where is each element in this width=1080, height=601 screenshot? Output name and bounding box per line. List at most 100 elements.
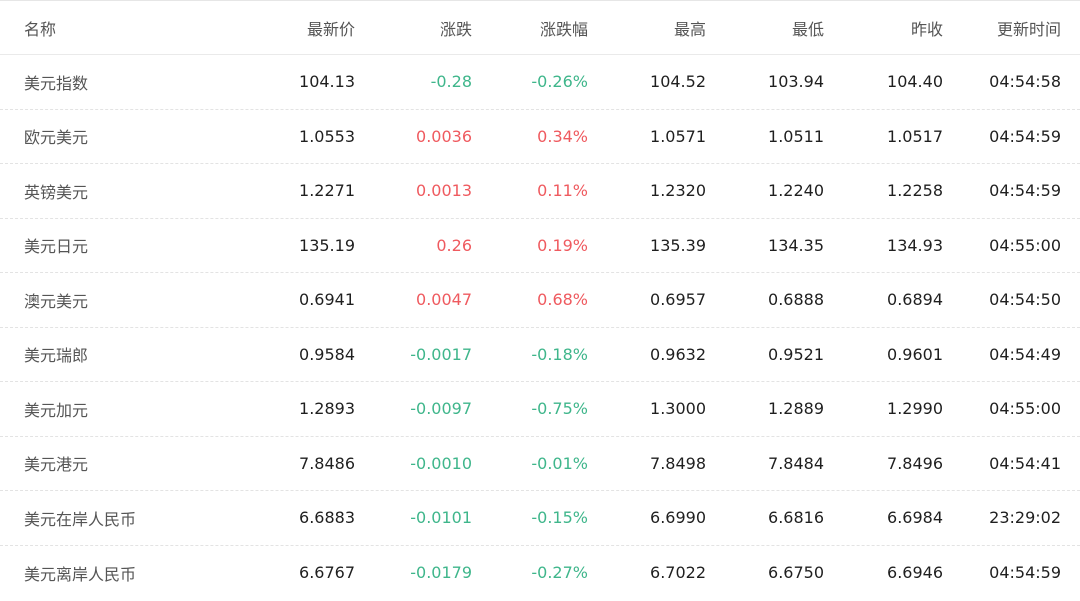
table-row[interactable]: 美元日元 135.19 0.26 0.19% 135.39 134.35 134… xyxy=(0,219,1080,273)
row-change: 0.0013 xyxy=(416,181,472,201)
row-change-percent: 0.11% xyxy=(537,181,588,201)
row-change-percent: -0.26% xyxy=(531,72,588,92)
row-change: -0.0097 xyxy=(410,399,472,419)
row-change: -0.28 xyxy=(430,72,472,92)
table-row[interactable]: 美元指数 104.13 -0.28 -0.26% 104.52 103.94 1… xyxy=(0,55,1080,110)
row-prev-close: 1.2990 xyxy=(887,399,943,419)
row-low: 134.35 xyxy=(768,235,824,255)
row-prev-close: 0.6894 xyxy=(887,290,943,310)
row-high: 1.3000 xyxy=(650,399,706,419)
row-name[interactable]: 美元加元 xyxy=(0,397,240,421)
row-last-price: 0.6941 xyxy=(299,290,355,310)
row-high: 7.8498 xyxy=(650,453,706,473)
row-high: 6.6990 xyxy=(650,508,706,528)
row-change: 0.26 xyxy=(436,235,472,255)
header-change[interactable]: 涨跌 xyxy=(355,16,472,40)
row-high: 6.7022 xyxy=(650,563,706,583)
row-change-percent: -0.75% xyxy=(531,399,588,419)
row-name[interactable]: 美元离岸人民币 xyxy=(0,561,240,585)
row-change-percent: 0.68% xyxy=(537,290,588,310)
table-row[interactable]: 美元在岸人民币 6.6883 -0.0101 -0.15% 6.6990 6.6… xyxy=(0,491,1080,546)
row-change: 0.0036 xyxy=(416,126,472,146)
row-name[interactable]: 美元在岸人民币 xyxy=(0,506,240,530)
row-update-time: 04:54:58 xyxy=(989,72,1061,92)
row-change: -0.0179 xyxy=(410,563,472,583)
row-low: 7.8484 xyxy=(768,453,824,473)
row-update-time: 04:54:59 xyxy=(989,126,1061,146)
row-last-price: 1.2271 xyxy=(299,181,355,201)
row-high: 104.52 xyxy=(650,72,706,92)
header-last-price[interactable]: 最新价 xyxy=(240,16,355,40)
header-low[interactable]: 最低 xyxy=(706,16,824,40)
header-update-time[interactable]: 更新时间 xyxy=(943,16,1061,40)
row-low: 1.2889 xyxy=(768,399,824,419)
table-row[interactable]: 澳元美元 0.6941 0.0047 0.68% 0.6957 0.6888 0… xyxy=(0,273,1080,328)
row-last-price: 135.19 xyxy=(299,235,355,255)
row-low: 6.6750 xyxy=(768,563,824,583)
row-name[interactable]: 美元瑞郎 xyxy=(0,342,240,366)
row-high: 135.39 xyxy=(650,235,706,255)
row-change-percent: -0.18% xyxy=(531,344,588,364)
row-change-percent: -0.27% xyxy=(531,563,588,583)
header-prev-close[interactable]: 昨收 xyxy=(824,16,943,40)
row-prev-close: 6.6984 xyxy=(887,508,943,528)
row-last-price: 6.6767 xyxy=(299,563,355,583)
row-prev-close: 104.40 xyxy=(887,72,943,92)
table-row[interactable]: 美元港元 7.8486 -0.0010 -0.01% 7.8498 7.8484… xyxy=(0,437,1080,491)
header-high[interactable]: 最高 xyxy=(588,16,706,40)
row-change: 0.0047 xyxy=(416,290,472,310)
row-high: 1.2320 xyxy=(650,181,706,201)
row-last-price: 0.9584 xyxy=(299,344,355,364)
row-low: 1.0511 xyxy=(768,126,824,146)
row-name[interactable]: 欧元美元 xyxy=(0,124,240,148)
table-row[interactable]: 美元加元 1.2893 -0.0097 -0.75% 1.3000 1.2889… xyxy=(0,382,1080,437)
row-prev-close: 6.6946 xyxy=(887,563,943,583)
row-last-price: 7.8486 xyxy=(299,453,355,473)
table-row[interactable]: 美元瑞郎 0.9584 -0.0017 -0.18% 0.9632 0.9521… xyxy=(0,328,1080,382)
row-change-percent: -0.15% xyxy=(531,508,588,528)
forex-quote-table: 名称 最新价 涨跌 涨跌幅 最高 最低 昨收 更新时间 美元指数 104.13 … xyxy=(0,0,1080,601)
row-prev-close: 1.2258 xyxy=(887,181,943,201)
row-change: -0.0010 xyxy=(410,453,472,473)
row-name[interactable]: 英镑美元 xyxy=(0,179,240,203)
row-update-time: 04:54:59 xyxy=(989,563,1061,583)
row-low: 103.94 xyxy=(768,72,824,92)
row-update-time: 23:29:02 xyxy=(989,508,1061,528)
row-last-price: 104.13 xyxy=(299,72,355,92)
row-update-time: 04:54:59 xyxy=(989,181,1061,201)
table-row[interactable]: 美元离岸人民币 6.6767 -0.0179 -0.27% 6.7022 6.6… xyxy=(0,546,1080,601)
table-row[interactable]: 英镑美元 1.2271 0.0013 0.11% 1.2320 1.2240 1… xyxy=(0,164,1080,219)
row-update-time: 04:55:00 xyxy=(989,399,1061,419)
row-low: 0.9521 xyxy=(768,344,824,364)
row-change-percent: 0.19% xyxy=(537,235,588,255)
row-update-time: 04:54:49 xyxy=(989,344,1061,364)
table-row[interactable]: 欧元美元 1.0553 0.0036 0.34% 1.0571 1.0511 1… xyxy=(0,110,1080,164)
row-high: 1.0571 xyxy=(650,126,706,146)
row-prev-close: 1.0517 xyxy=(887,126,943,146)
row-high: 0.9632 xyxy=(650,344,706,364)
row-name[interactable]: 美元日元 xyxy=(0,233,240,257)
row-name[interactable]: 美元指数 xyxy=(0,70,240,94)
row-update-time: 04:54:41 xyxy=(989,453,1061,473)
row-name[interactable]: 澳元美元 xyxy=(0,288,240,312)
row-prev-close: 7.8496 xyxy=(887,453,943,473)
row-low: 0.6888 xyxy=(768,290,824,310)
row-last-price: 1.0553 xyxy=(299,126,355,146)
row-update-time: 04:55:00 xyxy=(989,235,1061,255)
row-update-time: 04:54:50 xyxy=(989,290,1061,310)
row-change-percent: -0.01% xyxy=(531,453,588,473)
table-header: 名称 最新价 涨跌 涨跌幅 最高 最低 昨收 更新时间 xyxy=(0,1,1080,55)
row-prev-close: 134.93 xyxy=(887,235,943,255)
row-high: 0.6957 xyxy=(650,290,706,310)
header-change-percent[interactable]: 涨跌幅 xyxy=(472,16,588,40)
row-last-price: 6.6883 xyxy=(299,508,355,528)
row-name[interactable]: 美元港元 xyxy=(0,451,240,475)
row-change: -0.0017 xyxy=(410,344,472,364)
header-name[interactable]: 名称 xyxy=(0,16,240,40)
row-change: -0.0101 xyxy=(410,508,472,528)
row-prev-close: 0.9601 xyxy=(887,344,943,364)
row-low: 6.6816 xyxy=(768,508,824,528)
row-change-percent: 0.34% xyxy=(537,126,588,146)
row-low: 1.2240 xyxy=(768,181,824,201)
row-last-price: 1.2893 xyxy=(299,399,355,419)
